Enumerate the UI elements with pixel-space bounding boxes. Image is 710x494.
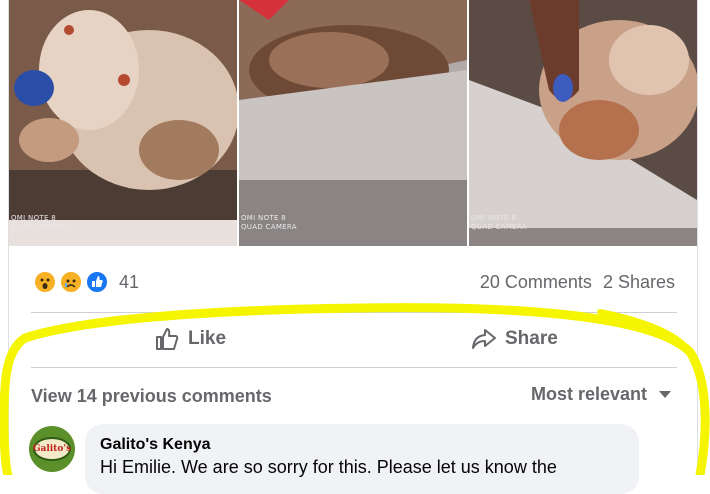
like-button[interactable]: Like — [154, 327, 226, 351]
like-reaction-icon — [85, 270, 109, 294]
engagement-counts: 20 Comments 2 Shares — [474, 272, 675, 293]
comment-sort-dropdown[interactable]: Most relevant — [531, 384, 671, 405]
comment-author[interactable]: Galito's Kenya — [100, 436, 211, 454]
comments-section: View 14 previous comments Most relevant … — [9, 368, 697, 494]
photo-watermark: OMI NOTE 8 QUAD CAMERA — [241, 214, 297, 231]
comments-count-link[interactable]: 20 Comments — [480, 272, 592, 292]
post-photo-3[interactable]: OMI NOTE 8 QUAD CAMERA — [469, 0, 697, 246]
avatar[interactable]: Galito's — [29, 426, 75, 472]
post-photo-2[interactable]: OMI NOTE 8 QUAD CAMERA — [239, 0, 467, 246]
share-label: Share — [505, 328, 558, 349]
shares-count-link[interactable]: 2 Shares — [603, 272, 675, 292]
share-arrow-icon — [472, 329, 496, 349]
reaction-count[interactable]: 41 — [119, 272, 139, 293]
share-button[interactable]: Share — [471, 327, 558, 351]
photo-grid: OMI NOTE 8 QUAD CAMERA OMI NOTE 8 QUAD CAM… — [9, 0, 697, 250]
wow-emoji-icon — [33, 270, 57, 294]
sort-label: Most relevant — [530, 384, 647, 404]
comment-bubble: Galito's Kenya Hi Emilie. We are so sorr… — [85, 424, 639, 494]
view-previous-comments-link[interactable]: View 14 previous comments — [31, 386, 272, 407]
photo-1-image — [9, 0, 237, 246]
post-actions: Like Share — [9, 313, 697, 367]
galitos-logo: Galito's — [33, 437, 71, 461]
photo-3-image — [469, 0, 697, 246]
caret-down-icon — [659, 390, 671, 398]
post-photo-1[interactable]: OMI NOTE 8 QUAD CAMERA — [9, 0, 237, 246]
photo-2-image — [239, 0, 467, 246]
sad-emoji-icon — [59, 270, 83, 294]
photo-watermark: OMI NOTE 8 QUAD CAMERA — [11, 214, 67, 231]
post-stats: 41 20 Comments 2 Shares — [9, 250, 697, 312]
thumbs-up-icon — [156, 328, 179, 350]
post-card: OMI NOTE 8 QUAD CAMERA OMI NOTE 8 QUAD CAM… — [8, 0, 698, 494]
like-label: Like — [188, 328, 227, 349]
photo-watermark: OMI NOTE 8 QUAD CAMERA — [471, 214, 527, 231]
